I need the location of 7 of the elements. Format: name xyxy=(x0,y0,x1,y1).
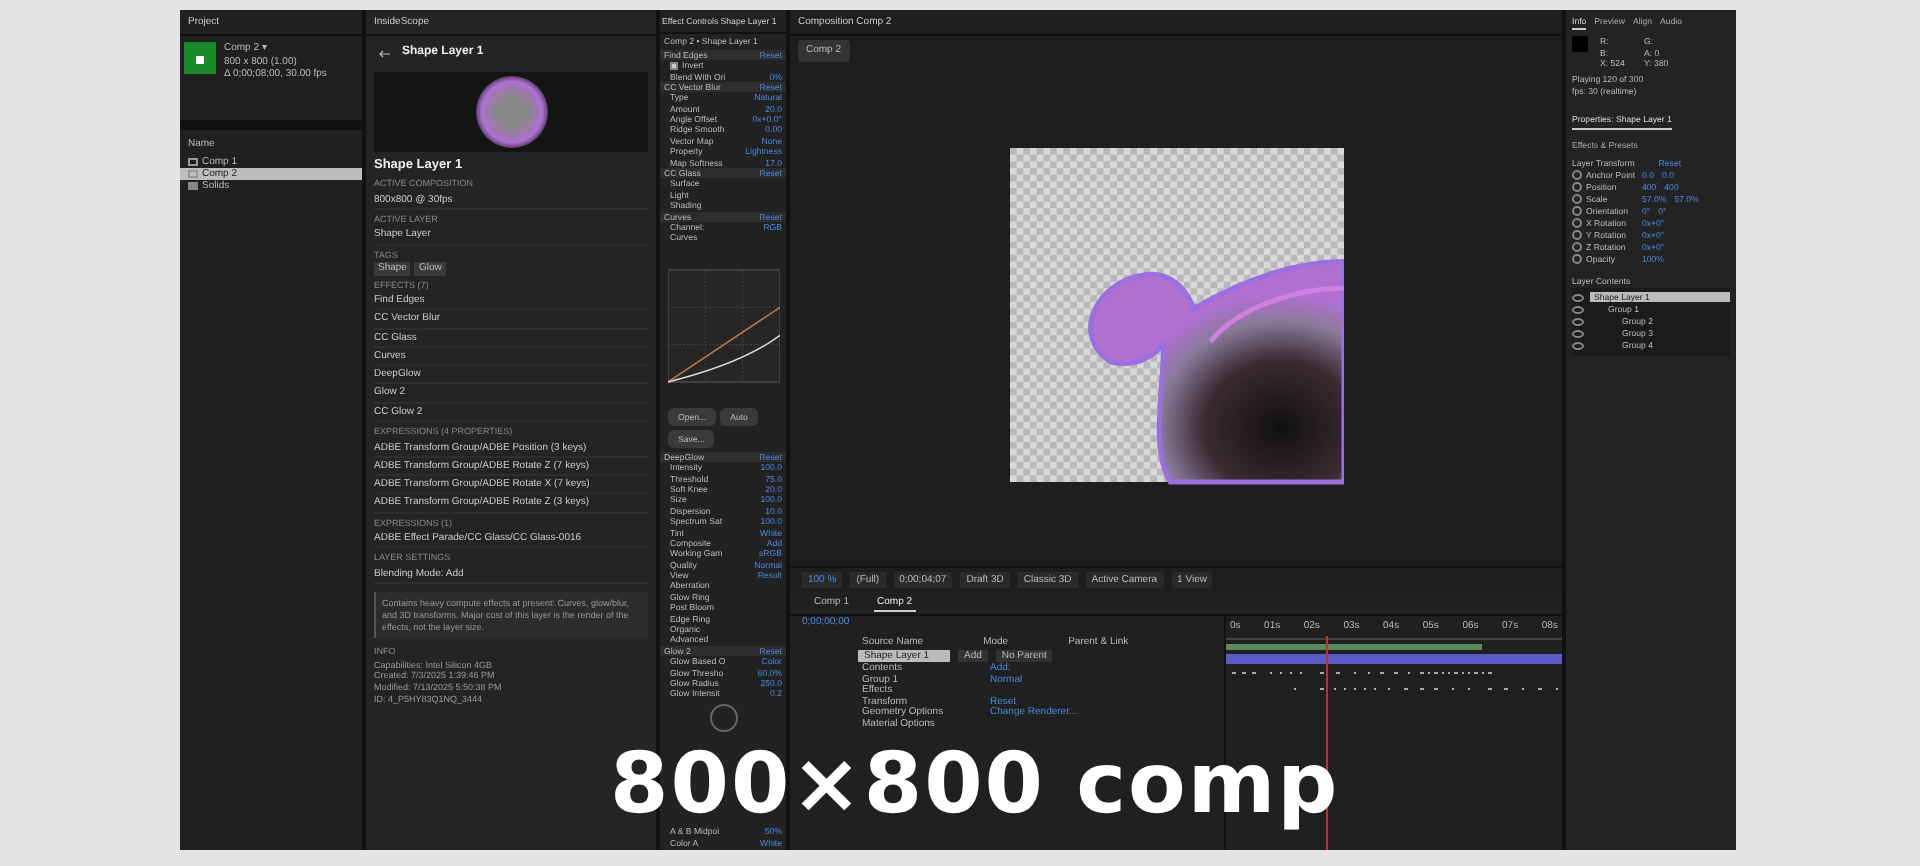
back-arrow-icon[interactable] xyxy=(378,50,390,58)
angle-dial-icon[interactable] xyxy=(709,703,737,732)
work-area-bar[interactable] xyxy=(1226,643,1482,649)
search-field[interactable] xyxy=(180,120,362,131)
checkbox[interactable] xyxy=(670,61,678,70)
comp-thumbnail xyxy=(184,42,216,75)
color-swatch xyxy=(1572,36,1588,53)
